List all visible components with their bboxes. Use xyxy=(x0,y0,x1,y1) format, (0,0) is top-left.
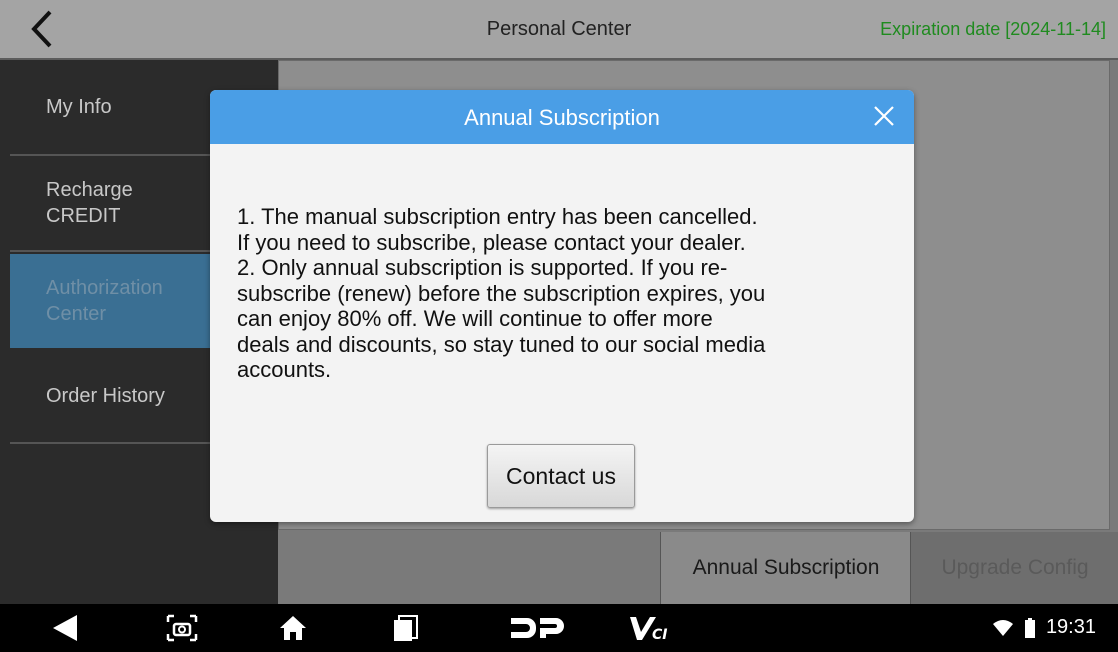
top-bar: Personal Center Expiration date [2024-11… xyxy=(0,0,1118,60)
bottom-tab-bar: Annual Subscription Upgrade Config xyxy=(278,532,1118,604)
tab-upgrade-config[interactable]: Upgrade Config xyxy=(910,532,1118,604)
home-icon[interactable] xyxy=(276,612,310,644)
message-line: can enjoy 80% off. We will continue to o… xyxy=(237,306,713,331)
wifi-icon xyxy=(992,619,1013,636)
sidebar-item-label: Recharge CREDIT xyxy=(46,179,133,227)
dp-logo-icon[interactable] xyxy=(508,612,568,644)
annual-subscription-dialog: Annual Subscription 1. The manual subscr… xyxy=(210,90,914,522)
sidebar-item-label: Order History xyxy=(46,384,165,407)
close-icon[interactable] xyxy=(870,102,898,130)
battery-icon xyxy=(1024,617,1035,638)
message-line: accounts. xyxy=(237,357,332,382)
message-line: deals and discounts, so stay tuned to ou… xyxy=(237,331,766,357)
dialog-title: Annual Subscription xyxy=(464,105,660,130)
screenshot-icon[interactable] xyxy=(162,612,202,644)
status-area: 19:31 xyxy=(992,616,1096,639)
contact-us-button[interactable]: Contact us xyxy=(487,444,635,508)
navigation-bar: CI 19:31 xyxy=(0,604,1118,652)
message-line: If you need to subscribe, please contact… xyxy=(237,229,746,255)
clock: 19:31 xyxy=(1045,616,1096,638)
expiration-date: Expiration date [2024-11-14] xyxy=(880,19,1106,39)
back-triangle-icon[interactable] xyxy=(48,612,82,644)
sidebar-item-label: My Info xyxy=(46,95,112,118)
vci-logo-icon[interactable]: CI xyxy=(628,612,672,644)
message-line: 1. The manual subscription entry has bee… xyxy=(237,204,758,229)
svg-text:CI: CI xyxy=(652,627,667,642)
tab-annual-subscription[interactable]: Annual Subscription xyxy=(660,532,911,604)
sidebar-item-label: Authorization Center xyxy=(46,277,163,325)
recents-icon[interactable] xyxy=(388,612,422,644)
message-line: subscribe (renew) before the subscriptio… xyxy=(237,280,766,306)
dialog-message: 1. The manual subscription entry has bee… xyxy=(237,204,897,383)
message-line: 2. Only annual subscription is supported… xyxy=(237,255,728,280)
dialog-header: Annual Subscription xyxy=(210,90,914,144)
